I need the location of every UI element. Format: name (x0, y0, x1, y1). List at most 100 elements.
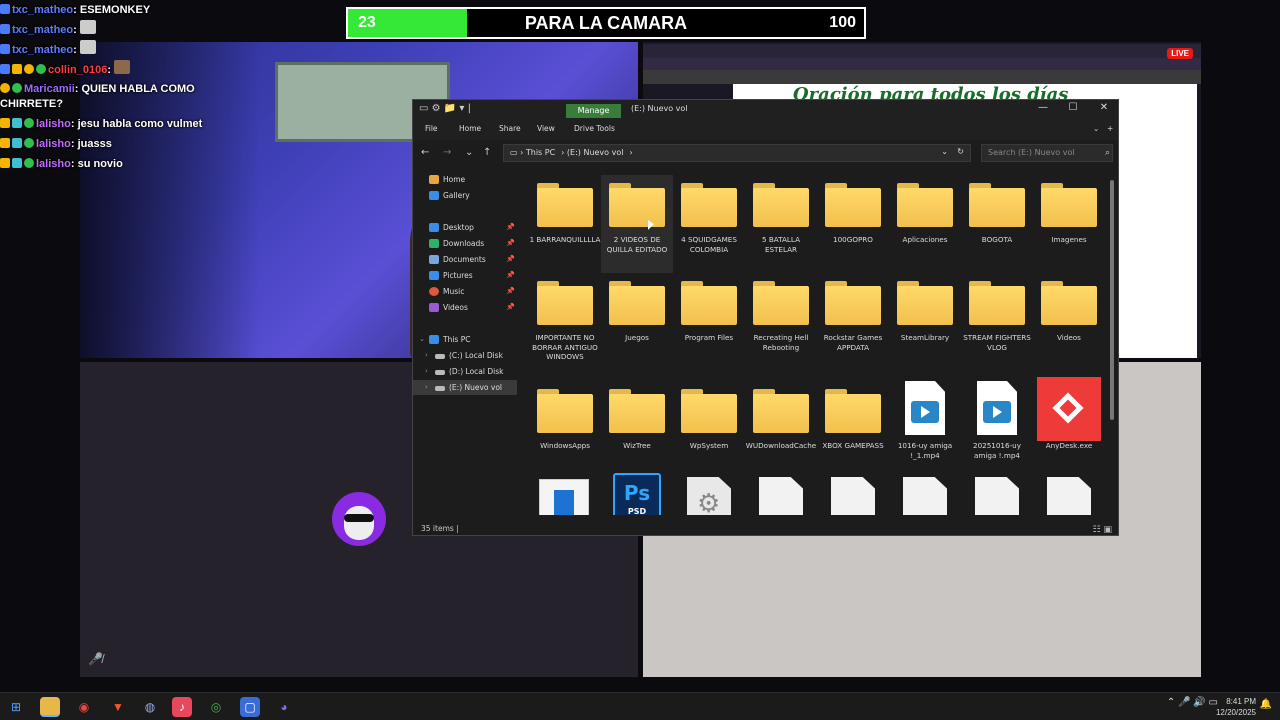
folder-item[interactable]: XBOX GAMEPASS (817, 381, 889, 479)
video-file-item[interactable]: 20251016-uy amiga !.mp4 (961, 381, 1033, 479)
chevron-right-icon[interactable]: › (425, 348, 428, 363)
crown-badge-icon (0, 158, 10, 168)
ribbon-tab-file[interactable]: File (425, 124, 438, 133)
folder-item[interactable]: 5 BATALLA ESTELAR (745, 175, 817, 273)
tiktok-taskbar-icon[interactable]: ♪ (172, 697, 192, 717)
file-item[interactable] (529, 477, 601, 515)
pin-icon[interactable]: 📌 (506, 236, 515, 251)
folder-item[interactable]: BOGOTA (961, 175, 1033, 273)
breadcrumb-drive[interactable]: (E:) Nuevo vol (567, 148, 624, 157)
pin-icon[interactable]: 📌 (506, 220, 515, 235)
breadcrumb-this-pc[interactable]: This PC (526, 148, 555, 157)
drive-icon (435, 386, 445, 391)
file-item[interactable] (745, 477, 817, 515)
address-bar[interactable]: ▭ › This PC › (E:) Nuevo vol › ⌄ ↻ (503, 144, 971, 162)
crown-badge-icon (0, 138, 10, 148)
prime-badge-icon (0, 64, 10, 74)
sidebar-item-gallery[interactable]: Gallery (413, 188, 517, 203)
steam-taskbar-icon[interactable]: ◍ (140, 697, 160, 717)
folder-item[interactable]: 1 BARRANQUILLLLA (529, 175, 601, 273)
brave-taskbar-icon[interactable]: ▼ (108, 697, 128, 717)
back-arrow-icon[interactable]: ← (421, 147, 429, 158)
file-item[interactable]: Ps PSD (601, 473, 673, 515)
file-item[interactable]: ⚙ (673, 477, 745, 515)
sidebar-item-desktop[interactable]: Desktop 📌 (413, 220, 517, 235)
folder-item[interactable]: WizTree (601, 381, 673, 479)
app-taskbar-icon[interactable]: ▢ (240, 697, 260, 717)
folder-item[interactable]: Videos (1033, 273, 1105, 371)
vertical-scrollbar[interactable] (1110, 180, 1114, 420)
chevron-down-icon[interactable]: ⌄ (419, 332, 425, 347)
taskbar-clock[interactable]: 8:41 PM 12/20/2025 (1216, 696, 1256, 718)
ribbon-tab-view[interactable]: View (537, 124, 555, 133)
folder-icon (609, 281, 665, 325)
file-item[interactable] (889, 477, 961, 515)
refresh-icon[interactable]: ↻ (957, 147, 964, 156)
folder-item[interactable]: WindowsApps (529, 381, 601, 479)
video-file-item[interactable]: 1016-uy amiga !_1.mp4 (889, 381, 961, 479)
ribbon-tab-home[interactable]: Home (459, 124, 481, 133)
minimize-icon[interactable]: — (1033, 102, 1053, 113)
up-arrow-icon[interactable]: ↑ (483, 147, 491, 158)
quick-access-toolbar-icons[interactable]: ▭ ⚙ 📁 ▾ | (419, 103, 471, 114)
file-explorer-taskbar-icon[interactable] (40, 697, 60, 717)
folder-item[interactable]: 4 SQUIDGAMES COLOMBIA (673, 175, 745, 273)
maximize-icon[interactable]: ☐ (1063, 102, 1083, 113)
search-input[interactable]: Search (E:) Nuevo vol (981, 144, 1113, 162)
folder-item[interactable]: WUDownloadCache (745, 381, 817, 479)
folder-item[interactable]: Juegos (601, 273, 673, 371)
item-label: SteamLibrary (900, 333, 950, 342)
forward-arrow-icon[interactable]: → (443, 147, 451, 158)
sidebar-item-pictures[interactable]: Pictures 📌 (413, 268, 517, 283)
pin-icon[interactable]: 📌 (506, 268, 515, 283)
folder-item[interactable]: Recreating Hell Rebooting (745, 273, 817, 371)
ribbon-tab-drive-tools[interactable]: Drive Tools (574, 124, 615, 133)
view-toggle-icons[interactable]: ☷ ▣ (1093, 523, 1112, 537)
chat-username: lalisho (36, 118, 71, 130)
sidebar-item-downloads[interactable]: Downloads 📌 (413, 236, 517, 251)
folder-item[interactable]: IMPORTANTE NO BORRAR ANTIGUO WINDOWS (529, 273, 601, 371)
sidebar-item-c-drive[interactable]: › (C:) Local Disk (413, 348, 517, 363)
sidebar-item-this-pc[interactable]: ⌄ This PC (413, 332, 517, 347)
expand-ribbon-icon[interactable]: ⌄ (1093, 124, 1099, 133)
sidebar-item-home[interactable]: Home (413, 172, 517, 187)
start-button-icon[interactable]: ⊞ (6, 697, 26, 717)
chevron-right-icon[interactable]: › (425, 380, 428, 395)
folder-item[interactable]: Rockstar Games APPDATA (817, 273, 889, 371)
system-tray-icons[interactable]: ⌃ 🎤 🔊 ▭ (1167, 697, 1218, 708)
folder-item[interactable]: SteamLibrary (889, 273, 961, 371)
sidebar-item-documents[interactable]: Documents 📌 (413, 252, 517, 267)
recent-locations-icon[interactable]: ⌄ (465, 147, 473, 158)
chevron-right-icon[interactable]: › (425, 364, 428, 379)
folder-item[interactable]: 2 VIDEOS DE QUILLA EDITADO (601, 175, 673, 273)
help-icon[interactable]: + (1107, 124, 1113, 133)
exe-file-item[interactable]: AnyDesk.exe (1033, 377, 1105, 479)
chat-message: txc_matheo: (0, 20, 240, 40)
pin-icon[interactable]: 📌 (506, 284, 515, 299)
close-icon[interactable]: ✕ (1094, 102, 1114, 113)
folder-item[interactable]: Imagenes (1033, 175, 1105, 273)
notification-bell-icon[interactable]: 🔔 (1260, 699, 1272, 710)
folder-item[interactable]: STREAM FIGHTERS VLOG (961, 273, 1033, 371)
chrome-taskbar-icon[interactable]: ◎ (206, 697, 226, 717)
app-taskbar-icon[interactable]: ◉ (74, 697, 94, 717)
folder-item[interactable]: 100GOPRO (817, 175, 889, 273)
sidebar-item-music[interactable]: Music 📌 (413, 284, 517, 299)
folder-item[interactable]: Aplicaciones (889, 175, 961, 273)
sidebar-item-e-drive[interactable]: › (E:) Nuevo vol (413, 380, 517, 395)
file-item[interactable] (817, 477, 889, 515)
search-icon[interactable]: ⌕ (1105, 148, 1110, 158)
ribbon-tab-share[interactable]: Share (499, 124, 521, 133)
file-item[interactable] (961, 477, 1033, 515)
sidebar-item-videos[interactable]: Videos 📌 (413, 300, 517, 315)
item-label: XBOX GAMEPASS (822, 441, 884, 450)
folder-item[interactable]: Program Files (673, 273, 745, 371)
folder-item[interactable]: WpSystem (673, 381, 745, 479)
pin-icon[interactable]: 📌 (506, 252, 515, 267)
file-item[interactable] (1033, 477, 1105, 515)
manage-tab[interactable]: Manage (566, 104, 621, 118)
pin-icon[interactable]: 📌 (506, 300, 515, 315)
sidebar-item-d-drive[interactable]: › (D:) Local Disk (413, 364, 517, 379)
address-dropdown-icon[interactable]: ⌄ (941, 147, 948, 156)
discord-taskbar-icon[interactable]: ◕ (274, 697, 294, 717)
